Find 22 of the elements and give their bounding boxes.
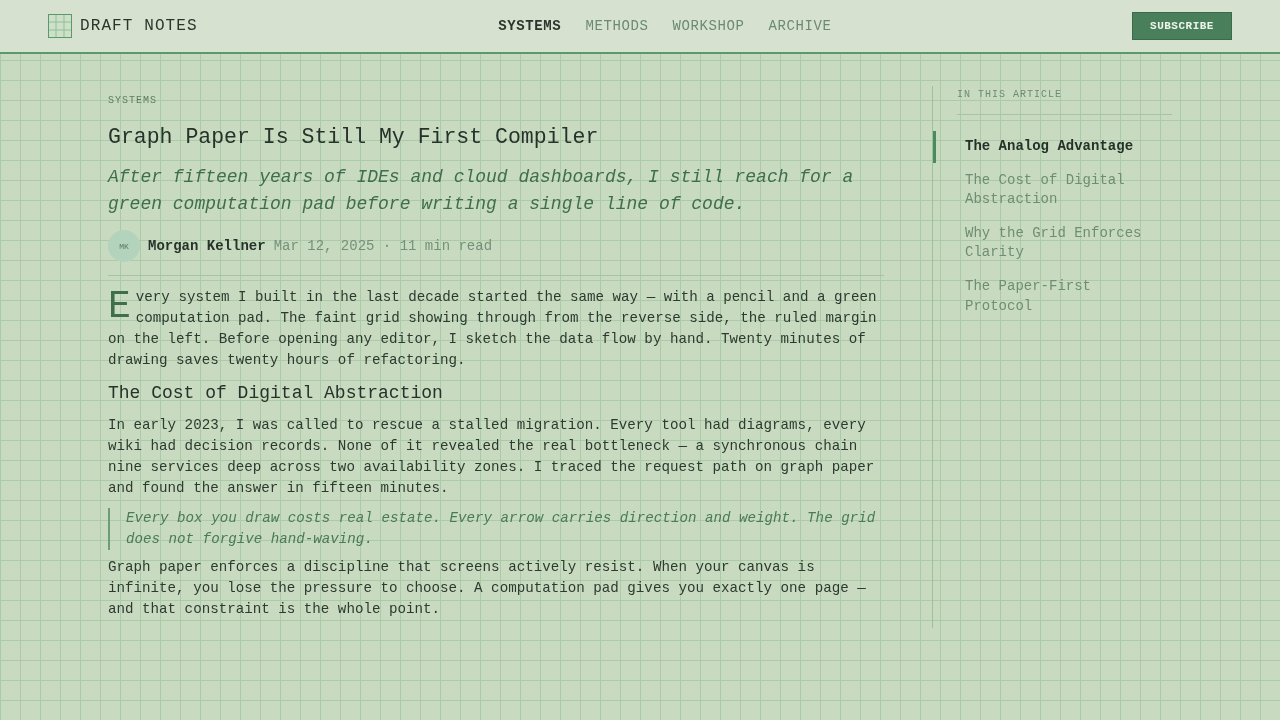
toc-link[interactable]: The Analog Advantage xyxy=(933,131,1172,163)
toc-link[interactable]: The Cost of Digital Abstraction xyxy=(933,164,1172,216)
body-paragraph: In early 2023, I was called to rescue a stalled migration. Every tool had diagrams, every wiki had decision records. None of it revealed the real bottleneck — a synchronous chain nine services deep across two availability zones. I traced the request path on graph paper and found the answer in fifteen minutes. xyxy=(108,416,876,498)
author-name: Morgan Kellner xyxy=(148,237,266,256)
toc-heading: IN THIS ARTICLE xyxy=(957,88,1062,102)
logo-text: DRAFT NOTES xyxy=(80,16,198,36)
nav-link[interactable]: WORKSHOP xyxy=(672,16,745,36)
article-subtitle: After fifteen years of IDEs and cloud dashboards, I still reach for a green computation pad before writing a single line of code. xyxy=(108,166,855,216)
publish-meta: Mar 12, 2025 · 11 min read xyxy=(273,237,493,256)
section-heading: The Cost of Digital Abstraction xyxy=(108,382,443,405)
pull-quote: Every box you draw costs real estate. Every arrow carries direction and weight. The grid does not forgive hand-waving. xyxy=(108,508,884,550)
avatar: MK xyxy=(108,230,140,262)
nav-link[interactable]: ARCHIVE xyxy=(768,16,832,36)
toc-link[interactable]: Why the Grid Enforces Clarity xyxy=(933,217,1172,269)
toc-link[interactable]: The Paper-First Protocol xyxy=(933,270,1172,323)
grid-icon xyxy=(48,14,72,38)
nav-link[interactable]: METHODS xyxy=(585,16,649,36)
category-label: SYSTEMS xyxy=(108,94,157,108)
body-paragraph: Graph paper enforces a discipline that screens actively resist. When your canvas is infinite, you lose the pressure to choose. A computation pad gives you exactly one page — and that constraint is the whole point. xyxy=(108,558,867,619)
nav-link[interactable]: SYSTEMS xyxy=(498,16,562,36)
article-title: Graph Paper Is Still My First Compiler xyxy=(108,124,599,151)
subscribe-button[interactable]: SUBSCRIBE xyxy=(1132,12,1232,40)
